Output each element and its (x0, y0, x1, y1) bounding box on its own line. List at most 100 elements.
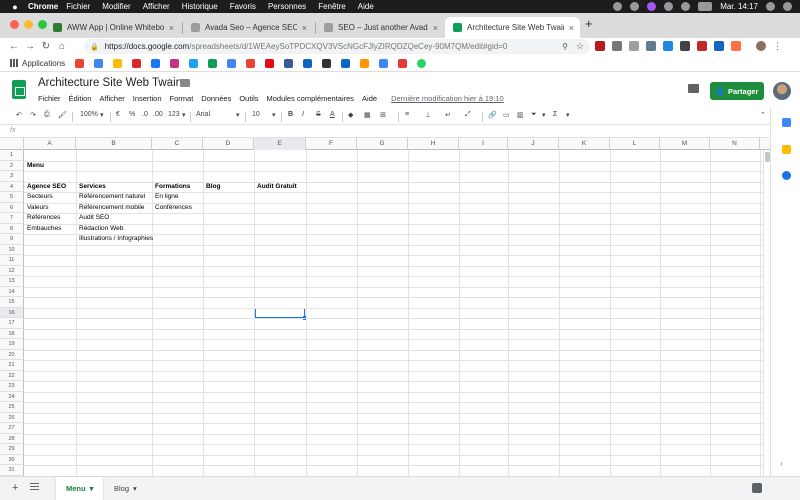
filter-views-icon[interactable]: ▾ (542, 111, 546, 119)
undo-icon[interactable]: ↶ (16, 111, 22, 119)
row-header-4[interactable]: 4 (0, 181, 24, 192)
star-icon[interactable]: ☆ (165, 77, 174, 88)
vertical-align-icon[interactable]: ⊥ (425, 111, 431, 119)
menubar-item-fichier[interactable]: Fichier (66, 2, 90, 11)
vertical-scrollbar[interactable] (763, 150, 770, 476)
bookmark-icon[interactable] (379, 58, 389, 68)
status-app-icon[interactable] (613, 2, 623, 11)
number-format-select[interactable]: 123 (168, 111, 180, 118)
chevron-down-icon[interactable]: ▾ (90, 484, 94, 493)
extension-icon[interactable] (663, 41, 673, 51)
row-header-9[interactable]: 9 (0, 234, 24, 245)
insert-chart-icon[interactable]: ▥ (517, 111, 524, 119)
status-app-icon[interactable] (664, 2, 674, 11)
row-header-22[interactable]: 22 (0, 370, 24, 381)
cell-b9[interactable]: Illustrations / Infographies (79, 234, 153, 244)
row-header-26[interactable]: 26 (0, 412, 24, 423)
search-icon[interactable] (766, 2, 775, 11)
text-wrap-icon[interactable]: ↵ (445, 111, 451, 119)
bookmark-icon[interactable] (398, 58, 408, 68)
text-rotate-icon[interactable]: ⤢ (465, 111, 471, 119)
folder-icon[interactable] (180, 79, 190, 87)
spreadsheet-grid[interactable]: ABCDEFGHIJKLMN 1 2 3 4 5 6 7 8 9 10 11 12 13 14 15 16 17… (0, 138, 770, 476)
column-header-b[interactable]: B (76, 138, 152, 150)
row-header-11[interactable]: 11 (0, 255, 24, 266)
menu-afficher[interactable]: Afficher (99, 94, 124, 103)
last-modified-link[interactable]: Dernière modification hier à 19:10 (391, 94, 504, 103)
row-header-3[interactable]: 3 (0, 171, 24, 182)
menubar-app-name[interactable]: Chrome (28, 2, 58, 11)
collapse-toolbar-icon[interactable]: ⌃ (760, 111, 766, 119)
status-app-icon[interactable] (630, 2, 640, 11)
increase-decimals-button[interactable]: .00 (153, 111, 163, 118)
cell-b8[interactable]: Rédaction Web (79, 224, 123, 234)
row-header-28[interactable]: 28 (0, 433, 24, 444)
twitter-bookmark-icon[interactable] (189, 58, 199, 68)
apple-icon[interactable]: ● (8, 2, 22, 12)
fill-color-icon[interactable]: ◆ (348, 111, 353, 119)
row-header-20[interactable]: 20 (0, 349, 24, 360)
column-header-c[interactable]: C (152, 138, 203, 150)
select-all-corner[interactable] (0, 138, 24, 150)
menu-format[interactable]: Format (170, 94, 194, 103)
extension-icon[interactable] (714, 41, 724, 51)
column-header-i[interactable]: I (459, 138, 508, 150)
cell-d4[interactable]: Blog (206, 182, 220, 192)
tasks-icon[interactable] (782, 171, 791, 180)
column-header-d[interactable]: D (203, 138, 254, 150)
menu-donnees[interactable]: Données (201, 94, 231, 103)
comments-icon[interactable] (688, 84, 699, 93)
cell-b7[interactable]: Audit SEO (79, 213, 109, 223)
menu-list-icon[interactable] (783, 2, 792, 11)
lock-icon[interactable]: 🔒 (90, 43, 99, 51)
menubar-clock[interactable]: Mar. 14:17 (720, 2, 758, 11)
paint-format-icon[interactable]: 🖌 (58, 111, 67, 119)
close-tab-icon[interactable]: × (169, 23, 174, 33)
close-tab-icon[interactable]: × (302, 23, 307, 33)
formula-bar[interactable]: fx (0, 125, 800, 138)
print-icon[interactable]: ⎙ (44, 111, 50, 119)
sheet-tab-blog[interactable]: Blog ▾ (104, 477, 147, 500)
browser-tab-seo-avada-live[interactable]: SEO – Just another Avada Live × (316, 17, 444, 38)
menubar-item-aide[interactable]: Aide (358, 2, 374, 11)
wifi-icon[interactable] (681, 2, 691, 11)
browser-tab-aww[interactable]: AWW App | Online Whiteboard × (45, 17, 180, 38)
extension-icon[interactable] (680, 41, 690, 51)
extension-icon[interactable] (629, 41, 639, 51)
cell-a7[interactable]: Références (27, 213, 60, 223)
chevron-down-icon[interactable]: ▾ (182, 111, 186, 119)
chevron-down-icon[interactable]: ▾ (100, 111, 104, 119)
extension-icon[interactable] (731, 41, 741, 51)
close-window-button[interactable] (10, 20, 19, 29)
row-header-1[interactable]: 1 (0, 150, 24, 161)
netflix-bookmark-icon[interactable] (265, 58, 275, 68)
side-panel-toggle-icon[interactable]: › (780, 459, 783, 468)
insert-comment-icon[interactable]: ▭ (503, 111, 510, 119)
whatsapp-bookmark-icon[interactable] (417, 58, 427, 68)
row-header-12[interactable]: 12 (0, 265, 24, 276)
bookmark-icon[interactable] (208, 58, 218, 68)
menubar-item-fenetre[interactable]: Fenêtre (318, 2, 346, 11)
row-header-16[interactable]: 16 (0, 307, 24, 318)
trello-bookmark-icon[interactable] (341, 58, 351, 68)
currency-format-button[interactable]: € (116, 111, 120, 118)
instagram-bookmark-icon[interactable] (170, 58, 180, 68)
extension-icon[interactable] (646, 41, 656, 51)
row-header-14[interactable]: 14 (0, 286, 24, 297)
row-header-8[interactable]: 8 (0, 223, 24, 234)
browser-tab-avada-seo[interactable]: Avada Seo – Agence SEO × (183, 17, 313, 38)
chevron-down-icon[interactable]: ▾ (272, 111, 276, 119)
column-header-j[interactable]: J (508, 138, 559, 150)
sheet-tab-menu[interactable]: Menu ▾ (56, 477, 104, 500)
row-header-25[interactable]: 25 (0, 402, 24, 413)
column-header-m[interactable]: M (660, 138, 710, 150)
reload-icon[interactable]: ↻ (38, 41, 54, 52)
bookmark-icon[interactable] (360, 58, 370, 68)
column-header-a[interactable]: A (24, 138, 76, 150)
cell-a5[interactable]: Secteurs (27, 192, 53, 202)
cell-a6[interactable]: Valeurs (27, 203, 49, 213)
profile-avatar[interactable] (756, 41, 766, 51)
address-bar[interactable]: 🔒 https://docs.google.com/spreadsheets/d… (84, 39, 590, 54)
column-header-l[interactable]: L (610, 138, 660, 150)
cell-a2[interactable]: Menu (27, 161, 44, 171)
